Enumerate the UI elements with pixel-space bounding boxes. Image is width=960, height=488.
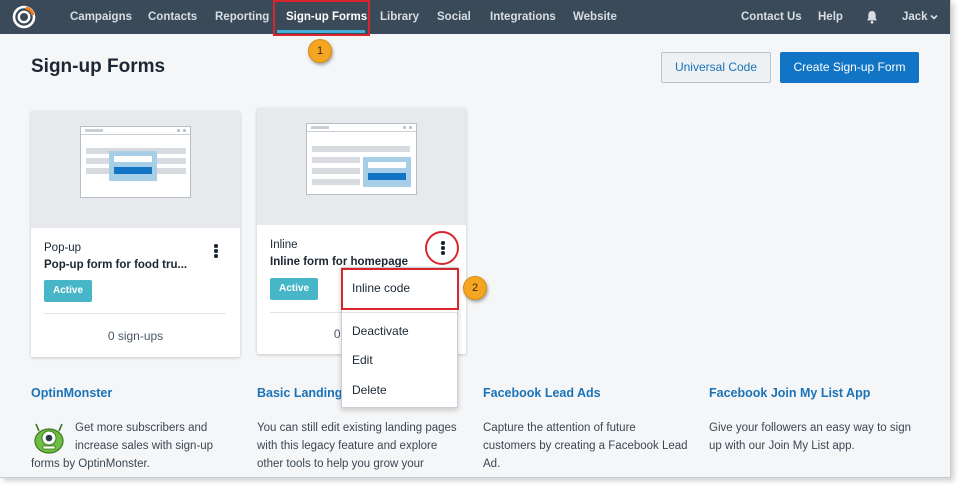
tile-desc-line: increase sales with sign-up	[75, 440, 214, 452]
nav-reporting[interactable]: Reporting	[215, 0, 269, 34]
tile-facebook-lead-ads-desc: Capture the attention of future customer…	[483, 419, 688, 473]
tile-desc-line: Ad.	[483, 458, 501, 470]
nav-contact-us[interactable]: Contact Us	[741, 0, 802, 34]
tile-desc-line: with this legacy feature and explore	[257, 440, 438, 452]
inline-preview-illustration	[306, 123, 417, 195]
tile-desc-line: up with our Join My List app.	[709, 440, 855, 452]
tile-desc-line: Get more subscribers and	[75, 422, 208, 434]
tile-desc-line: forms by OptinMonster.	[31, 458, 150, 470]
tile-optinmonster-desc: Get more subscribers and increase sales …	[75, 419, 213, 455]
top-nav: Campaigns Contacts Reporting Sign-up For…	[0, 0, 950, 34]
constant-contact-logo-icon[interactable]	[12, 5, 36, 29]
menu-divider	[342, 312, 457, 313]
form-type-label: Pop-up	[44, 242, 82, 254]
annotation-highlight-nav	[273, 0, 370, 36]
form-type-label: Inline	[270, 239, 298, 251]
create-signup-form-button[interactable]: Create Sign-up Form	[780, 52, 919, 83]
tile-desc-line: Capture the attention of future	[483, 422, 636, 434]
step-callout-2: 2	[463, 276, 487, 300]
menu-item-delete[interactable]: Delete	[352, 383, 387, 397]
nav-website[interactable]: Website	[573, 0, 617, 34]
form-card-popup[interactable]: Pop-up Pop-up form for food tru... Activ…	[31, 111, 240, 357]
chevron-down-icon[interactable]	[930, 13, 938, 21]
nav-integrations[interactable]: Integrations	[490, 0, 556, 34]
nav-social[interactable]: Social	[437, 0, 471, 34]
page-title: Sign-up Forms	[31, 56, 166, 77]
popup-preview-illustration	[80, 126, 191, 198]
optinmonster-mascot-icon	[34, 423, 64, 454]
tile-basic-landing-title[interactable]: Basic Landing	[257, 386, 342, 400]
annotation-circle-kebab	[425, 231, 459, 265]
signup-count: 0 sign-ups	[107, 329, 164, 343]
form-name[interactable]: Pop-up form for food tru...	[44, 259, 187, 271]
tile-facebook-join-desc: Give your followers an easy way to sign …	[709, 419, 911, 455]
menu-item-deactivate[interactable]: Deactivate	[352, 324, 409, 338]
tile-facebook-join-title[interactable]: Facebook Join My List App	[709, 386, 870, 400]
app-window: Campaigns Contacts Reporting Sign-up For…	[0, 0, 951, 478]
nav-help[interactable]: Help	[818, 0, 843, 34]
form-thumbnail	[257, 108, 466, 225]
tile-desc-line: other tools to help you grow your	[257, 458, 424, 470]
tile-facebook-lead-ads-title[interactable]: Facebook Lead Ads	[483, 386, 601, 400]
tile-basic-landing-desc: You can still edit existing landing page…	[257, 419, 457, 473]
nav-contacts[interactable]: Contacts	[148, 0, 197, 34]
menu-item-edit[interactable]: Edit	[352, 353, 373, 367]
status-badge: Active	[44, 280, 93, 302]
step-callout-1: 1	[308, 39, 332, 63]
tile-optinmonster-desc-wrap: forms by OptinMonster.	[31, 455, 150, 473]
annotation-highlight-inline-code	[341, 268, 459, 310]
kebab-menu-icon[interactable]	[214, 244, 218, 258]
universal-code-button[interactable]: Universal Code	[661, 52, 771, 83]
nav-campaigns[interactable]: Campaigns	[70, 0, 132, 34]
tile-desc-line: You can still edit existing landing page…	[257, 422, 457, 434]
bell-icon[interactable]	[865, 10, 879, 24]
status-badge: Active	[270, 278, 319, 300]
tile-optinmonster-title[interactable]: OptinMonster	[31, 386, 112, 400]
nav-user-menu[interactable]: Jack	[902, 0, 928, 34]
card-divider	[44, 313, 226, 314]
tile-desc-line: Give your followers an easy way to sign	[709, 422, 911, 434]
nav-library[interactable]: Library	[380, 0, 419, 34]
form-thumbnail	[31, 111, 240, 228]
tile-desc-line: customers by creating a Facebook Lead	[483, 440, 688, 452]
